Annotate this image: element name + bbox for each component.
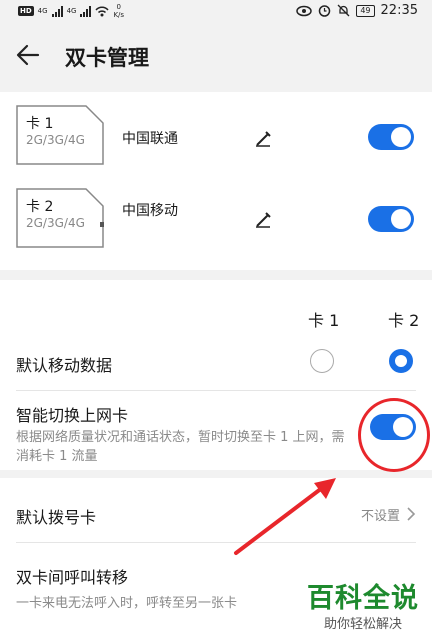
signal-2-icon bbox=[80, 5, 92, 17]
sim-1-name: 卡 1 bbox=[26, 116, 54, 132]
edit-sim-1-icon[interactable] bbox=[254, 130, 272, 148]
back-arrow-icon[interactable] bbox=[14, 41, 42, 69]
default-call-card-value[interactable]: 不设置 bbox=[361, 505, 400, 524]
sim-2-carrier: 中国移动 bbox=[122, 203, 178, 219]
call-forwarding-description: 一卡来电无法呼入时，呼转至另一张卡 bbox=[16, 596, 238, 611]
smart-switch-description: 根据网络质量状况和通话状态，暂时切换至卡 1 上网，需消耗卡 1 流量 bbox=[16, 430, 345, 464]
mobile-data-card-2-radio[interactable] bbox=[389, 349, 413, 373]
column-card-1: 卡 1 bbox=[308, 311, 340, 330]
column-card-2: 卡 2 bbox=[388, 311, 420, 330]
smart-switch-label: 智能切换上网卡 bbox=[16, 406, 129, 425]
watermark-title: 百科全说 bbox=[307, 583, 419, 614]
sim-1-carrier: 中国联通 bbox=[122, 131, 178, 147]
watermark-subtitle: 助你轻松解决 bbox=[323, 617, 402, 632]
chevron-right-icon[interactable] bbox=[406, 506, 416, 522]
wifi-icon bbox=[95, 6, 110, 17]
sim-2-name: 卡 2 bbox=[26, 199, 54, 215]
divider bbox=[16, 542, 416, 543]
sim-2-toggle[interactable] bbox=[368, 206, 414, 232]
signal-1-icon bbox=[51, 5, 63, 17]
battery-icon: 49 bbox=[356, 4, 375, 17]
alarm-icon bbox=[319, 5, 331, 17]
mute-icon bbox=[337, 4, 350, 17]
status-time: 22:35 bbox=[380, 3, 418, 18]
sim-1-types: 2G/3G/4G bbox=[26, 133, 85, 147]
call-forwarding-label[interactable]: 双卡间呼叫转移 bbox=[16, 564, 128, 588]
network-speed: 0 K/s bbox=[113, 3, 125, 19]
annotation-circle bbox=[358, 398, 430, 472]
app-bar: 双卡管理 bbox=[0, 24, 432, 84]
divider bbox=[16, 390, 416, 391]
sim-card-1-icon: 卡 1 2G/3G/4G bbox=[16, 105, 104, 165]
network-type-2: 4G bbox=[66, 6, 77, 15]
page-title: 双卡管理 bbox=[65, 46, 149, 70]
edit-sim-2-icon[interactable] bbox=[254, 211, 272, 229]
hd-voice-icon: HD bbox=[18, 6, 34, 16]
default-mobile-data-label: 默认移动数据 bbox=[16, 356, 113, 375]
network-type-1: 4G bbox=[37, 6, 48, 15]
sim-1-toggle[interactable] bbox=[368, 124, 414, 150]
mobile-data-card-1-radio[interactable] bbox=[310, 349, 334, 373]
sim-card-2-icon: 卡 2 2G/3G/4G bbox=[16, 188, 104, 248]
watermark-logo: 百科全说 助你轻松解决 bbox=[300, 582, 426, 640]
eye-icon bbox=[296, 5, 313, 16]
status-bar: HD 4G 4G 0 K/s 49 22:35 bbox=[0, 0, 432, 24]
sim-2-types: 2G/3G/4G bbox=[26, 216, 85, 230]
default-call-card-label: 默认拨号卡 bbox=[16, 508, 97, 527]
